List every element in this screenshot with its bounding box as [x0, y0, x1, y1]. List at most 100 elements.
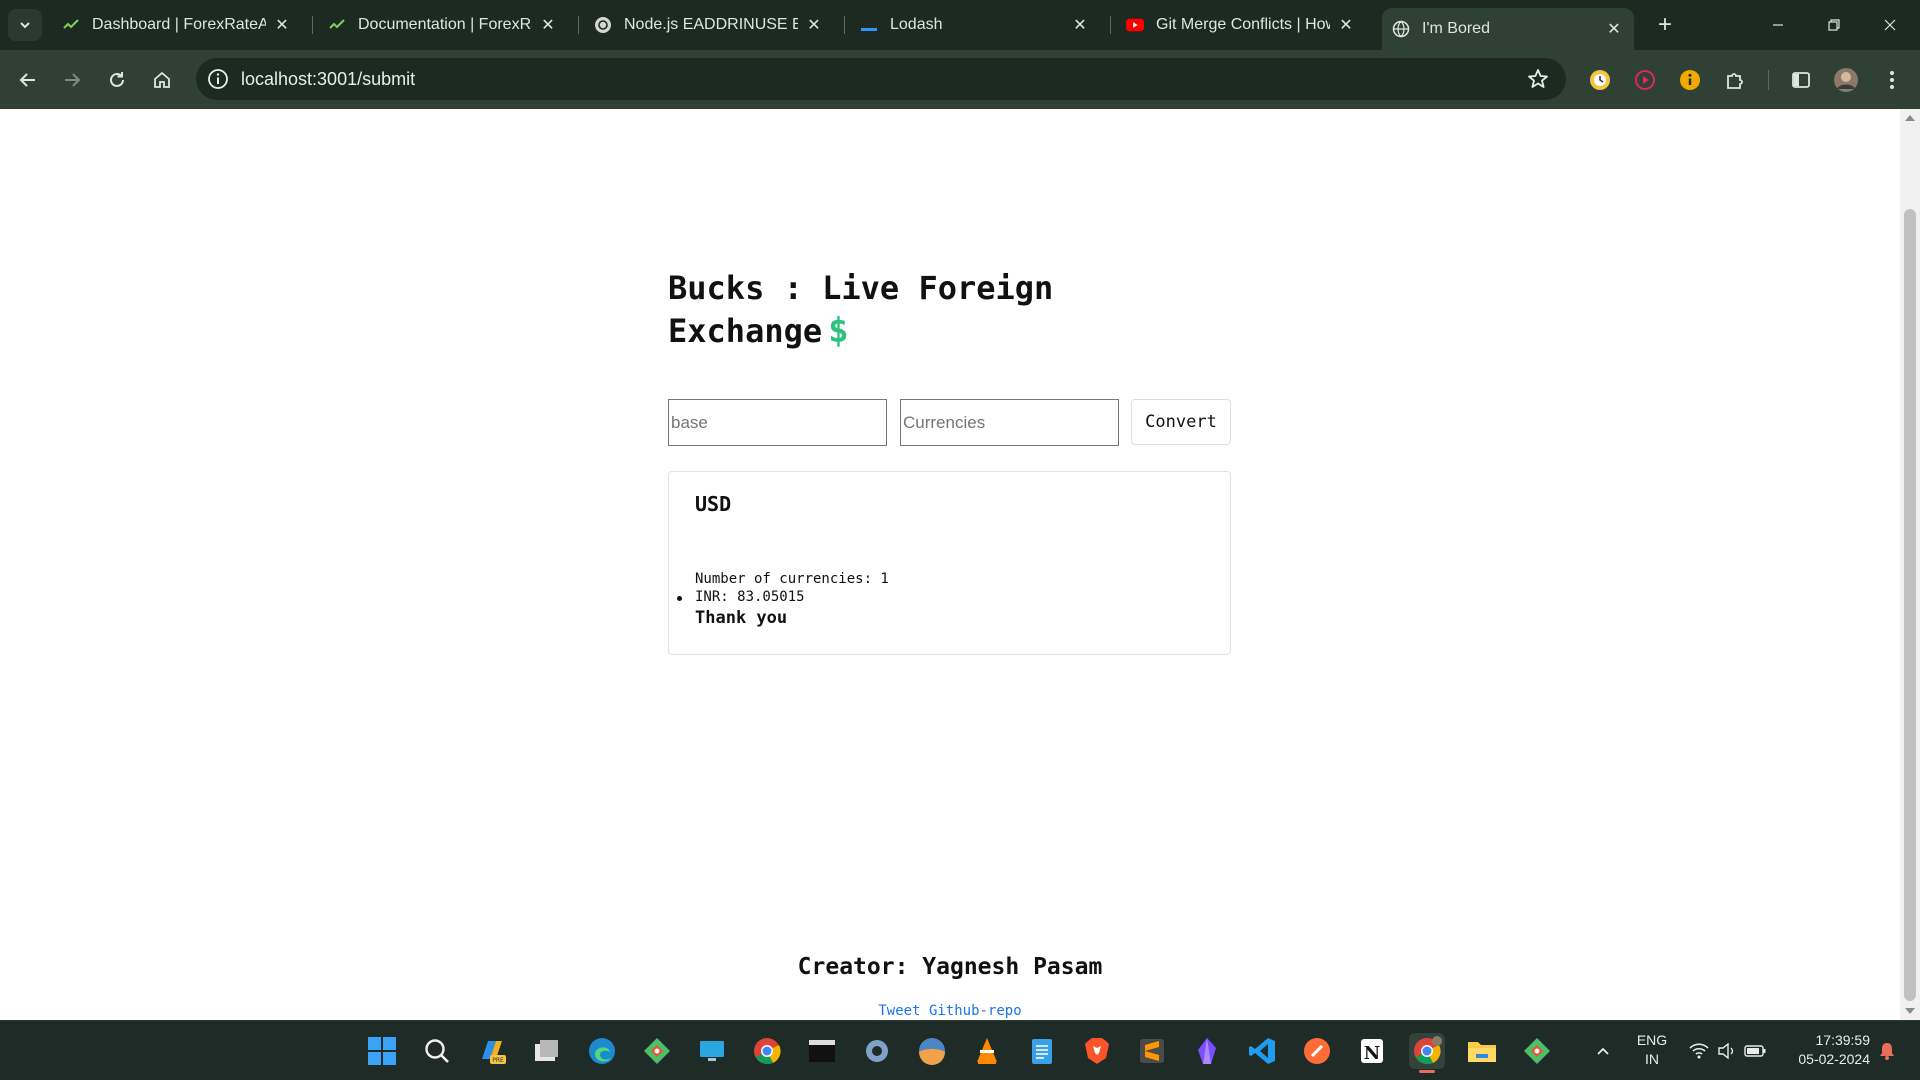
check-icon [62, 16, 80, 34]
reload-icon [110, 72, 124, 87]
close-icon[interactable]: ✕ [804, 15, 824, 35]
tab-git-merge-conflicts[interactable]: Git Merge Conflicts | How to ✕ [1116, 8, 1366, 42]
title-line-2: Exchange [668, 312, 823, 350]
git-icon[interactable] [1519, 1033, 1555, 1069]
postman-icon[interactable] [1299, 1033, 1335, 1069]
openai-icon [594, 16, 612, 34]
close-icon[interactable]: ✕ [538, 15, 558, 35]
svg-text:PRE: PRE [492, 1057, 504, 1064]
svg-text:N: N [1364, 1043, 1380, 1064]
weather-icon[interactable] [914, 1033, 950, 1069]
forward-button[interactable] [56, 64, 88, 96]
tab-separator [844, 16, 845, 34]
url-text[interactable]: localhost:3001/submit [241, 69, 415, 90]
close-icon [1884, 19, 1896, 31]
show-hidden-icons-button[interactable] [1588, 1021, 1618, 1080]
minimize-icon [1773, 24, 1783, 26]
sublime-text-icon[interactable] [1134, 1033, 1170, 1069]
github-repo-link[interactable]: Github-repo [929, 1003, 1022, 1019]
tab-search-button[interactable] [8, 9, 42, 41]
volume-icon[interactable] [1712, 1021, 1742, 1080]
remote-desktop-icon[interactable] [694, 1033, 730, 1069]
restore-button[interactable] [1806, 0, 1862, 50]
tab-im-bored[interactable]: I'm Bored ✕ [1382, 8, 1634, 50]
settings-icon[interactable] [859, 1033, 895, 1069]
system-clock[interactable]: 17:39:59 05-02-2024 [1780, 1031, 1870, 1069]
site-info-icon[interactable] [206, 67, 230, 91]
tab-separator [578, 16, 579, 34]
wifi-icon[interactable] [1684, 1021, 1714, 1080]
chevron-down-icon [20, 22, 30, 29]
base-placeholder: base [671, 412, 708, 432]
tab-separator [1110, 16, 1111, 34]
close-icon[interactable]: ✕ [272, 15, 292, 35]
tab-title: I'm Bored [1422, 20, 1490, 37]
terminal-icon[interactable] [804, 1033, 840, 1069]
profile-avatar-icon[interactable] [1831, 65, 1861, 95]
obsidian-icon[interactable] [1189, 1033, 1225, 1069]
tab-nodejs-error[interactable]: Node.js EADDRINUSE Error ✕ [584, 8, 834, 42]
home-icon [154, 71, 170, 88]
toolbar-separator [1768, 70, 1769, 90]
extension-info-icon[interactable] [1675, 65, 1705, 95]
extension-clock-icon[interactable] [1585, 65, 1615, 95]
check-icon [328, 16, 346, 34]
brave-icon[interactable] [1079, 1033, 1115, 1069]
clock-date: 05-02-2024 [1798, 1051, 1870, 1067]
edge-icon[interactable] [584, 1033, 620, 1069]
input-language-indicator[interactable]: ENG IN [1632, 1031, 1672, 1069]
back-button[interactable] [12, 64, 44, 96]
scroll-up-arrow[interactable] [1905, 115, 1915, 121]
side-panel-icon[interactable] [1786, 65, 1816, 95]
browser-tab-bar: Dashboard | ForexRateAPI ✕ Documentation… [0, 0, 1920, 50]
copilot-icon[interactable]: PRE [474, 1033, 510, 1069]
vlc-icon[interactable] [969, 1033, 1005, 1069]
menu-kebab-icon[interactable] [1877, 65, 1907, 95]
tweet-link[interactable]: Tweet [878, 1003, 920, 1019]
convert-button[interactable]: Convert [1131, 399, 1231, 445]
windows-taskbar: PRE N ENG IN 17:39:59 05-02-2024 [0, 1020, 1920, 1080]
close-icon[interactable]: ✕ [1336, 15, 1356, 35]
git-icon[interactable] [639, 1033, 675, 1069]
currencies-input[interactable]: Currencies [900, 399, 1119, 446]
vscode-icon[interactable] [1244, 1033, 1280, 1069]
footer-creator: Creator: Yagnesh Pasam [797, 954, 1103, 980]
tab-title: Dashboard | ForexRateAPI [92, 16, 266, 33]
currencies-placeholder: Currencies [903, 412, 986, 432]
notification-bell-icon[interactable] [1872, 1021, 1902, 1080]
new-tab-button[interactable]: + [1650, 10, 1680, 40]
reload-button[interactable] [101, 64, 133, 96]
list-bullet [677, 596, 682, 601]
file-explorer-icon[interactable] [1464, 1033, 1500, 1069]
star-icon[interactable] [1526, 67, 1550, 91]
close-icon[interactable]: ✕ [1070, 15, 1090, 35]
notepad-icon[interactable] [1024, 1033, 1060, 1069]
lang-line-2: IN [1645, 1051, 1659, 1067]
tab-forexrate-dashboard[interactable]: Dashboard | ForexRateAPI ✕ [52, 8, 302, 42]
close-icon[interactable]: ✕ [1604, 19, 1624, 39]
task-view-icon[interactable] [529, 1033, 565, 1069]
address-bar[interactable]: localhost:3001/submit [196, 58, 1566, 100]
extensions-puzzle-icon[interactable] [1720, 65, 1750, 95]
scroll-thumb[interactable] [1904, 209, 1916, 1001]
globe-icon [1392, 20, 1410, 38]
search-icon[interactable] [419, 1033, 455, 1069]
chrome-profile-icon[interactable] [1409, 1033, 1445, 1073]
scroll-down-arrow[interactable] [1905, 1008, 1915, 1014]
vertical-scrollbar[interactable] [1900, 109, 1920, 1020]
tab-lodash[interactable]: Lodash ✕ [850, 8, 1100, 42]
tab-title: Node.js EADDRINUSE Error [624, 16, 798, 33]
notion-icon[interactable]: N [1354, 1033, 1390, 1069]
base-currency-input[interactable]: base [668, 399, 887, 446]
tab-title: Git Merge Conflicts | How to [1156, 16, 1330, 33]
lang-line-1: ENG [1636, 1032, 1668, 1048]
battery-icon[interactable] [1740, 1021, 1770, 1080]
close-window-button[interactable] [1862, 0, 1918, 50]
tab-forexrate-docs[interactable]: Documentation | ForexRateAPI ✕ [318, 8, 568, 42]
result-base-currency: USD [695, 492, 732, 516]
home-button[interactable] [146, 64, 178, 96]
start-icon[interactable] [364, 1033, 400, 1069]
chrome-icon[interactable] [749, 1033, 785, 1069]
minimize-button[interactable] [1750, 0, 1806, 50]
extension-record-icon[interactable] [1630, 65, 1660, 95]
